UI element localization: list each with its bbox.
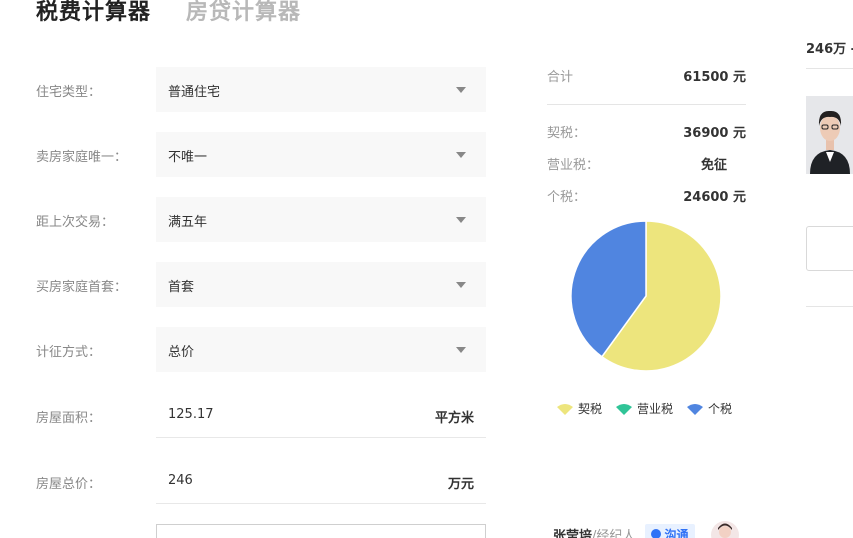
person-icon	[718, 523, 732, 538]
income-tax-label: 个税：	[547, 190, 587, 205]
tax-method-label: 计征方式：	[36, 345, 102, 360]
fan-icon	[616, 403, 632, 415]
chevron-down-icon	[456, 152, 466, 158]
tax-method-select[interactable]: 总价	[156, 327, 486, 372]
total-label: 合计	[547, 70, 574, 85]
area-unit: 平方米	[434, 411, 474, 426]
summary-divider	[547, 104, 746, 105]
agent-role: /经纪人	[592, 529, 636, 538]
tab-loan-calculator[interactable]: 房贷计算器	[186, 0, 301, 26]
house-type-value: 普通住宅	[168, 85, 221, 100]
house-type-label: 住宅类型：	[36, 85, 102, 100]
total-price-label: 房屋总价：	[36, 477, 102, 492]
chat-button[interactable]: 沟通	[645, 524, 695, 538]
tab-tax-calculator[interactable]: 税费计算器	[36, 0, 151, 26]
legend-label: 契税	[578, 402, 603, 416]
tax-pie-chart	[570, 220, 722, 372]
person-icon	[806, 96, 853, 174]
last-trade-value: 满五年	[168, 215, 208, 230]
chat-button-label: 沟通	[664, 527, 689, 538]
legend-business-tax[interactable]: 营业税	[614, 400, 673, 417]
chat-bubble-icon	[651, 529, 662, 538]
area-value: 125.17	[168, 407, 214, 422]
seller-unique-value: 不唯一	[168, 150, 208, 165]
agent-name-text: 张莹培	[553, 529, 593, 538]
fan-icon	[557, 403, 573, 415]
legend-income-tax[interactable]: 个税	[685, 400, 732, 417]
side-divider	[806, 68, 853, 69]
seller-unique-label: 卖房家庭唯一：	[36, 150, 128, 165]
chevron-down-icon	[456, 87, 466, 93]
business-tax-value: 免征	[700, 158, 727, 173]
total-price-value: 246	[168, 473, 193, 488]
agent-photo[interactable]	[806, 96, 853, 174]
area-input[interactable]: 125.17 平方米	[156, 393, 486, 438]
total-price-input[interactable]: 246 万元	[156, 459, 486, 504]
agent-name[interactable]: 张莹培/经纪人	[553, 525, 635, 538]
side-phone-input[interactable]	[806, 226, 853, 271]
legend-label: 个税	[708, 402, 733, 416]
business-tax-label: 营业税：	[547, 158, 600, 173]
tax-method-value: 总价	[168, 345, 195, 360]
deed-tax-label: 契税：	[547, 126, 587, 141]
next-input-field[interactable]	[156, 524, 486, 538]
chevron-down-icon	[456, 217, 466, 223]
fan-icon	[687, 403, 703, 415]
income-tax-value: 24600 元	[683, 190, 746, 205]
agent-avatar[interactable]	[711, 521, 739, 538]
chevron-down-icon	[456, 282, 466, 288]
last-trade-select[interactable]: 满五年	[156, 197, 486, 242]
seller-unique-select[interactable]: 不唯一	[156, 132, 486, 177]
area-label: 房屋面积：	[36, 411, 102, 426]
side-price: 246万 -	[806, 42, 853, 57]
buyer-first-value: 首套	[168, 280, 195, 295]
last-trade-label: 距上次交易：	[36, 215, 115, 230]
deed-tax-value: 36900 元	[683, 126, 746, 141]
buyer-first-select[interactable]: 首套	[156, 262, 486, 307]
buyer-first-label: 买房家庭首套：	[36, 280, 128, 295]
total-price-unit: 万元	[447, 477, 474, 492]
legend-deed-tax[interactable]: 契税	[555, 400, 602, 417]
total-value: 61500 元	[683, 70, 746, 85]
house-type-select[interactable]: 普通住宅	[156, 67, 486, 112]
legend-label: 营业税	[637, 402, 674, 416]
chevron-down-icon	[456, 347, 466, 353]
side-divider	[806, 306, 853, 307]
